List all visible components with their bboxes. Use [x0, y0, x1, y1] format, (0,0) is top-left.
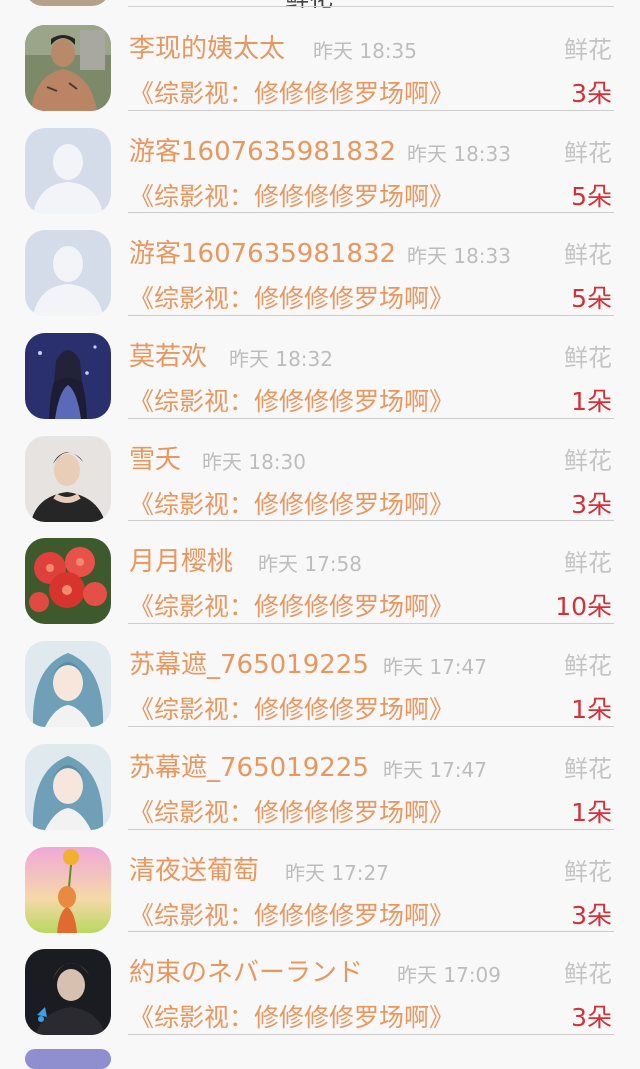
- timestamp: 昨天 18:33: [407, 141, 511, 166]
- flower-count: 10朵: [555, 592, 612, 622]
- avatar[interactable]: [25, 538, 111, 625]
- timestamp: 昨天 17:27: [285, 860, 389, 885]
- gift-record-row[interactable]: 游客1607635981832 昨天 18:33 鲜花 《综影视：修修修修罗场啊…: [0, 111, 640, 214]
- avatar[interactable]: [25, 333, 111, 420]
- user-name[interactable]: 游客1607635981832: [129, 131, 396, 168]
- man-portrait-avatar-image: [25, 435, 111, 522]
- gift-type-label: 鲜花: [564, 138, 612, 167]
- timestamp: 昨天 17:09: [397, 963, 501, 988]
- gift-type-label: 鲜花: [564, 446, 612, 475]
- user-name[interactable]: 苏幕遮_765019225: [129, 644, 369, 681]
- flower-count: 5朵: [571, 284, 612, 314]
- book-title-link[interactable]: 《综影视：修修修修罗场啊》: [129, 690, 454, 726]
- user-name[interactable]: 莫若欢: [129, 336, 207, 373]
- previous-row-fragment: 鲜花: [0, 0, 640, 8]
- book-title-link[interactable]: 《综影视：修修修修罗场啊》: [129, 177, 454, 213]
- timestamp: 昨天 17:47: [383, 655, 487, 680]
- default-user-avatar-image: [25, 127, 111, 214]
- book-title-link[interactable]: 《综影视：修修修修罗场啊》: [129, 896, 454, 932]
- timestamp: 昨天 17:58: [258, 552, 362, 577]
- sunflower-girl-avatar-image: [25, 846, 111, 933]
- book-title-link[interactable]: 《综影视：修修修修罗场啊》: [129, 485, 454, 521]
- flower-count: 3朵: [571, 79, 612, 108]
- timestamp: 昨天 18:35: [313, 39, 417, 63]
- gift-record-row[interactable]: 苏幕遮_765019225 昨天 17:47 鲜花 《综影视：修修修修罗场啊》 …: [0, 624, 640, 728]
- flower-count: 3朵: [571, 1003, 612, 1033]
- user-name[interactable]: 游客1607635981832: [129, 233, 396, 270]
- avatar[interactable]: [25, 949, 111, 1036]
- gift-record-row[interactable]: 李现的姨太太 昨天 18:35 鲜花 《综影视：修修修修罗场啊》 3朵: [0, 8, 640, 111]
- flower-count: 1朵: [571, 387, 612, 417]
- gift-record-row[interactable]: 清夜送葡萄 昨天 17:27 鲜花 《综影视：修修修修罗场啊》 3朵: [0, 830, 640, 933]
- flower-count: 5朵: [571, 181, 612, 211]
- anime-blue-hair-avatar-image: [25, 641, 111, 728]
- book-title-link[interactable]: 《综影视：修修修修罗场啊》: [129, 793, 454, 829]
- avatar[interactable]: [25, 25, 111, 111]
- gift-type-label: 鲜花: [564, 241, 612, 270]
- book-title-link[interactable]: 《综影视：修修修修罗场啊》: [129, 998, 454, 1034]
- red-flowers-avatar-image: [25, 538, 111, 625]
- gift-record-row[interactable]: 月月樱桃 昨天 17:58 鲜花 《综影视：修修修修罗场啊》 10朵: [0, 521, 640, 625]
- gift-type-label: 鲜花: [564, 960, 612, 989]
- divider: [128, 6, 614, 7]
- gift-type-label: 鲜花: [564, 36, 612, 64]
- avatar: [25, 0, 110, 6]
- avatar[interactable]: [25, 230, 111, 317]
- book-title-link[interactable]: 《综影视：修修修修罗场啊》: [129, 587, 454, 623]
- avatar[interactable]: [25, 846, 111, 933]
- avatar[interactable]: [25, 435, 111, 522]
- book-title-link[interactable]: 《综影视：修修修修罗场啊》: [129, 382, 454, 418]
- man-photo-avatar-image: [25, 25, 111, 111]
- anime-girl-avatar-image: [25, 333, 111, 420]
- gift-record-row[interactable]: 約束のネバーランド 昨天 17:09 鲜花 《综影视：修修修修罗场啊》 3朵: [0, 932, 640, 1036]
- gift-record-row[interactable]: 莫若欢 昨天 18:32 鲜花 《综影视：修修修修罗场啊》 1朵: [0, 316, 640, 420]
- gift-type-label: 鲜花: [564, 754, 612, 783]
- flower-count: 1朵: [571, 695, 612, 725]
- user-name[interactable]: 李现的姨太太: [129, 28, 285, 65]
- user-name[interactable]: 雪夭: [129, 439, 181, 476]
- gift-record-list: 李现的姨太太 昨天 18:35 鲜花 《综影视：修修修修罗场啊》 3朵 游客16…: [0, 8, 640, 1036]
- user-name[interactable]: 月月樱桃: [129, 541, 233, 578]
- avatar[interactable]: [25, 743, 111, 830]
- gift-type-label: 鲜花: [564, 549, 612, 578]
- user-name[interactable]: 清夜送葡萄: [129, 850, 259, 887]
- timestamp: 昨天 18:33: [407, 244, 511, 269]
- flower-count: 1朵: [571, 797, 612, 827]
- user-name[interactable]: 約束のネバーランド: [129, 952, 363, 989]
- default-user-avatar-image: [25, 230, 111, 317]
- timestamp: 昨天 18:32: [229, 347, 333, 372]
- divider: [128, 1033, 614, 1035]
- book-title-link[interactable]: 《综影视：修修修修罗场啊》: [129, 74, 454, 110]
- anime-dark-boy-avatar-image: [25, 949, 111, 1036]
- gift-record-row[interactable]: 雪夭 昨天 18:30 鲜花 《综影视：修修修修罗场啊》 3朵: [0, 419, 640, 522]
- gift-type-label: 鲜花: [564, 857, 612, 886]
- flower-count: 3朵: [571, 489, 612, 519]
- flower-count: 3朵: [571, 900, 612, 930]
- avatar[interactable]: [25, 641, 111, 728]
- gift-record-row[interactable]: 游客1607635981832 昨天 18:33 鲜花 《综影视：修修修修罗场啊…: [0, 213, 640, 317]
- next-row-avatar: [25, 1049, 111, 1069]
- user-name[interactable]: 苏幕遮_765019225: [129, 747, 369, 784]
- gift-type-label: 鲜花: [564, 652, 612, 681]
- timestamp: 昨天 17:47: [383, 757, 487, 782]
- gift-type-label: 鲜花: [564, 344, 612, 373]
- book-title-link[interactable]: 《综影视：修修修修罗场啊》: [129, 279, 454, 315]
- avatar[interactable]: [25, 127, 111, 214]
- timestamp: 昨天 18:30: [202, 449, 306, 474]
- gift-record-row[interactable]: 苏幕遮_765019225 昨天 17:47 鲜花 《综影视：修修修修罗场啊》 …: [0, 727, 640, 830]
- anime-blue-hair-avatar-image: [25, 743, 111, 830]
